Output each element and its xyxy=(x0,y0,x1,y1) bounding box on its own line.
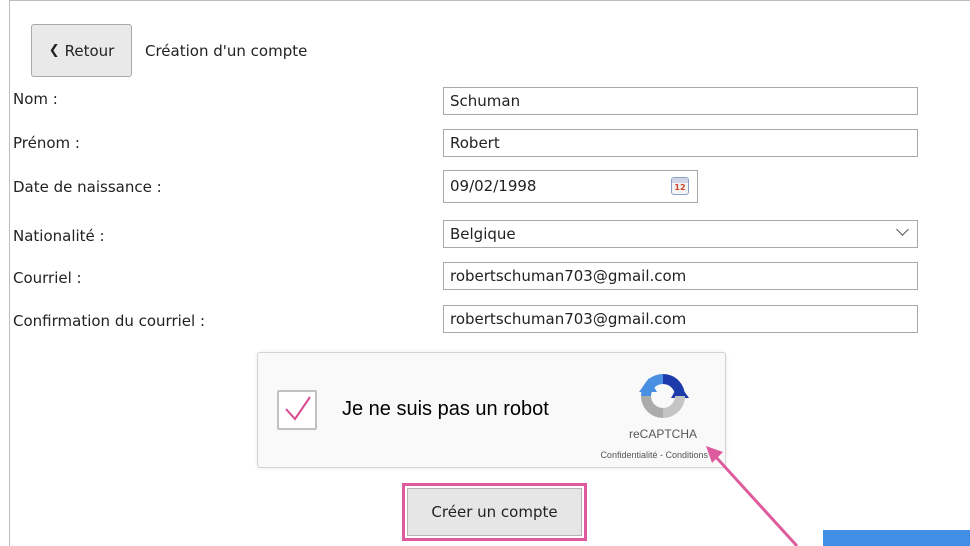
corner-block xyxy=(823,530,970,546)
back-button-label: Retour xyxy=(64,41,115,60)
label-confirmation-courriel: Confirmation du courriel : xyxy=(13,312,205,330)
create-account-button[interactable]: Créer un compte xyxy=(407,488,582,536)
checkmark-icon xyxy=(285,396,311,421)
recaptcha-widget: Je ne suis pas un robot reCAPTCHA Confid… xyxy=(257,352,726,468)
chevron-down-icon xyxy=(896,223,909,236)
back-button[interactable]: ❮ Retour xyxy=(31,24,132,77)
submit-highlight: Créer un compte xyxy=(402,483,587,541)
chevron-left-icon: ❮ xyxy=(48,43,60,58)
label-date-naissance: Date de naissance : xyxy=(13,178,162,196)
label-nationalite: Nationalité : xyxy=(13,227,105,245)
label-nom: Nom : xyxy=(13,90,58,108)
recaptcha-terms-link[interactable]: Confidentialité - Conditions xyxy=(558,450,708,460)
date-naissance-value: 09/02/1998 xyxy=(450,177,537,195)
calendar-icon[interactable]: 12 xyxy=(671,177,689,195)
nationalite-value: Belgique xyxy=(450,225,516,243)
nom-input[interactable]: Schuman xyxy=(443,87,918,115)
calendar-icon-number: 12 xyxy=(674,183,686,192)
recaptcha-checkbox[interactable] xyxy=(277,390,317,430)
prenom-input[interactable]: Robert xyxy=(443,129,918,157)
confirmation-courriel-input[interactable]: robertschuman703@gmail.com xyxy=(443,305,918,333)
courriel-input[interactable]: robertschuman703@gmail.com xyxy=(443,262,918,290)
recaptcha-brand: reCAPTCHA xyxy=(628,427,697,441)
recaptcha-label: Je ne suis pas un robot xyxy=(342,398,549,420)
date-naissance-input[interactable]: 09/02/1998 12 xyxy=(443,170,698,203)
page-title: Création d'un compte xyxy=(145,42,308,60)
recaptcha-logo-icon xyxy=(639,374,689,418)
label-prenom: Prénom : xyxy=(13,134,80,152)
label-courriel: Courriel : xyxy=(13,269,82,287)
nationalite-select[interactable]: Belgique xyxy=(443,220,918,248)
